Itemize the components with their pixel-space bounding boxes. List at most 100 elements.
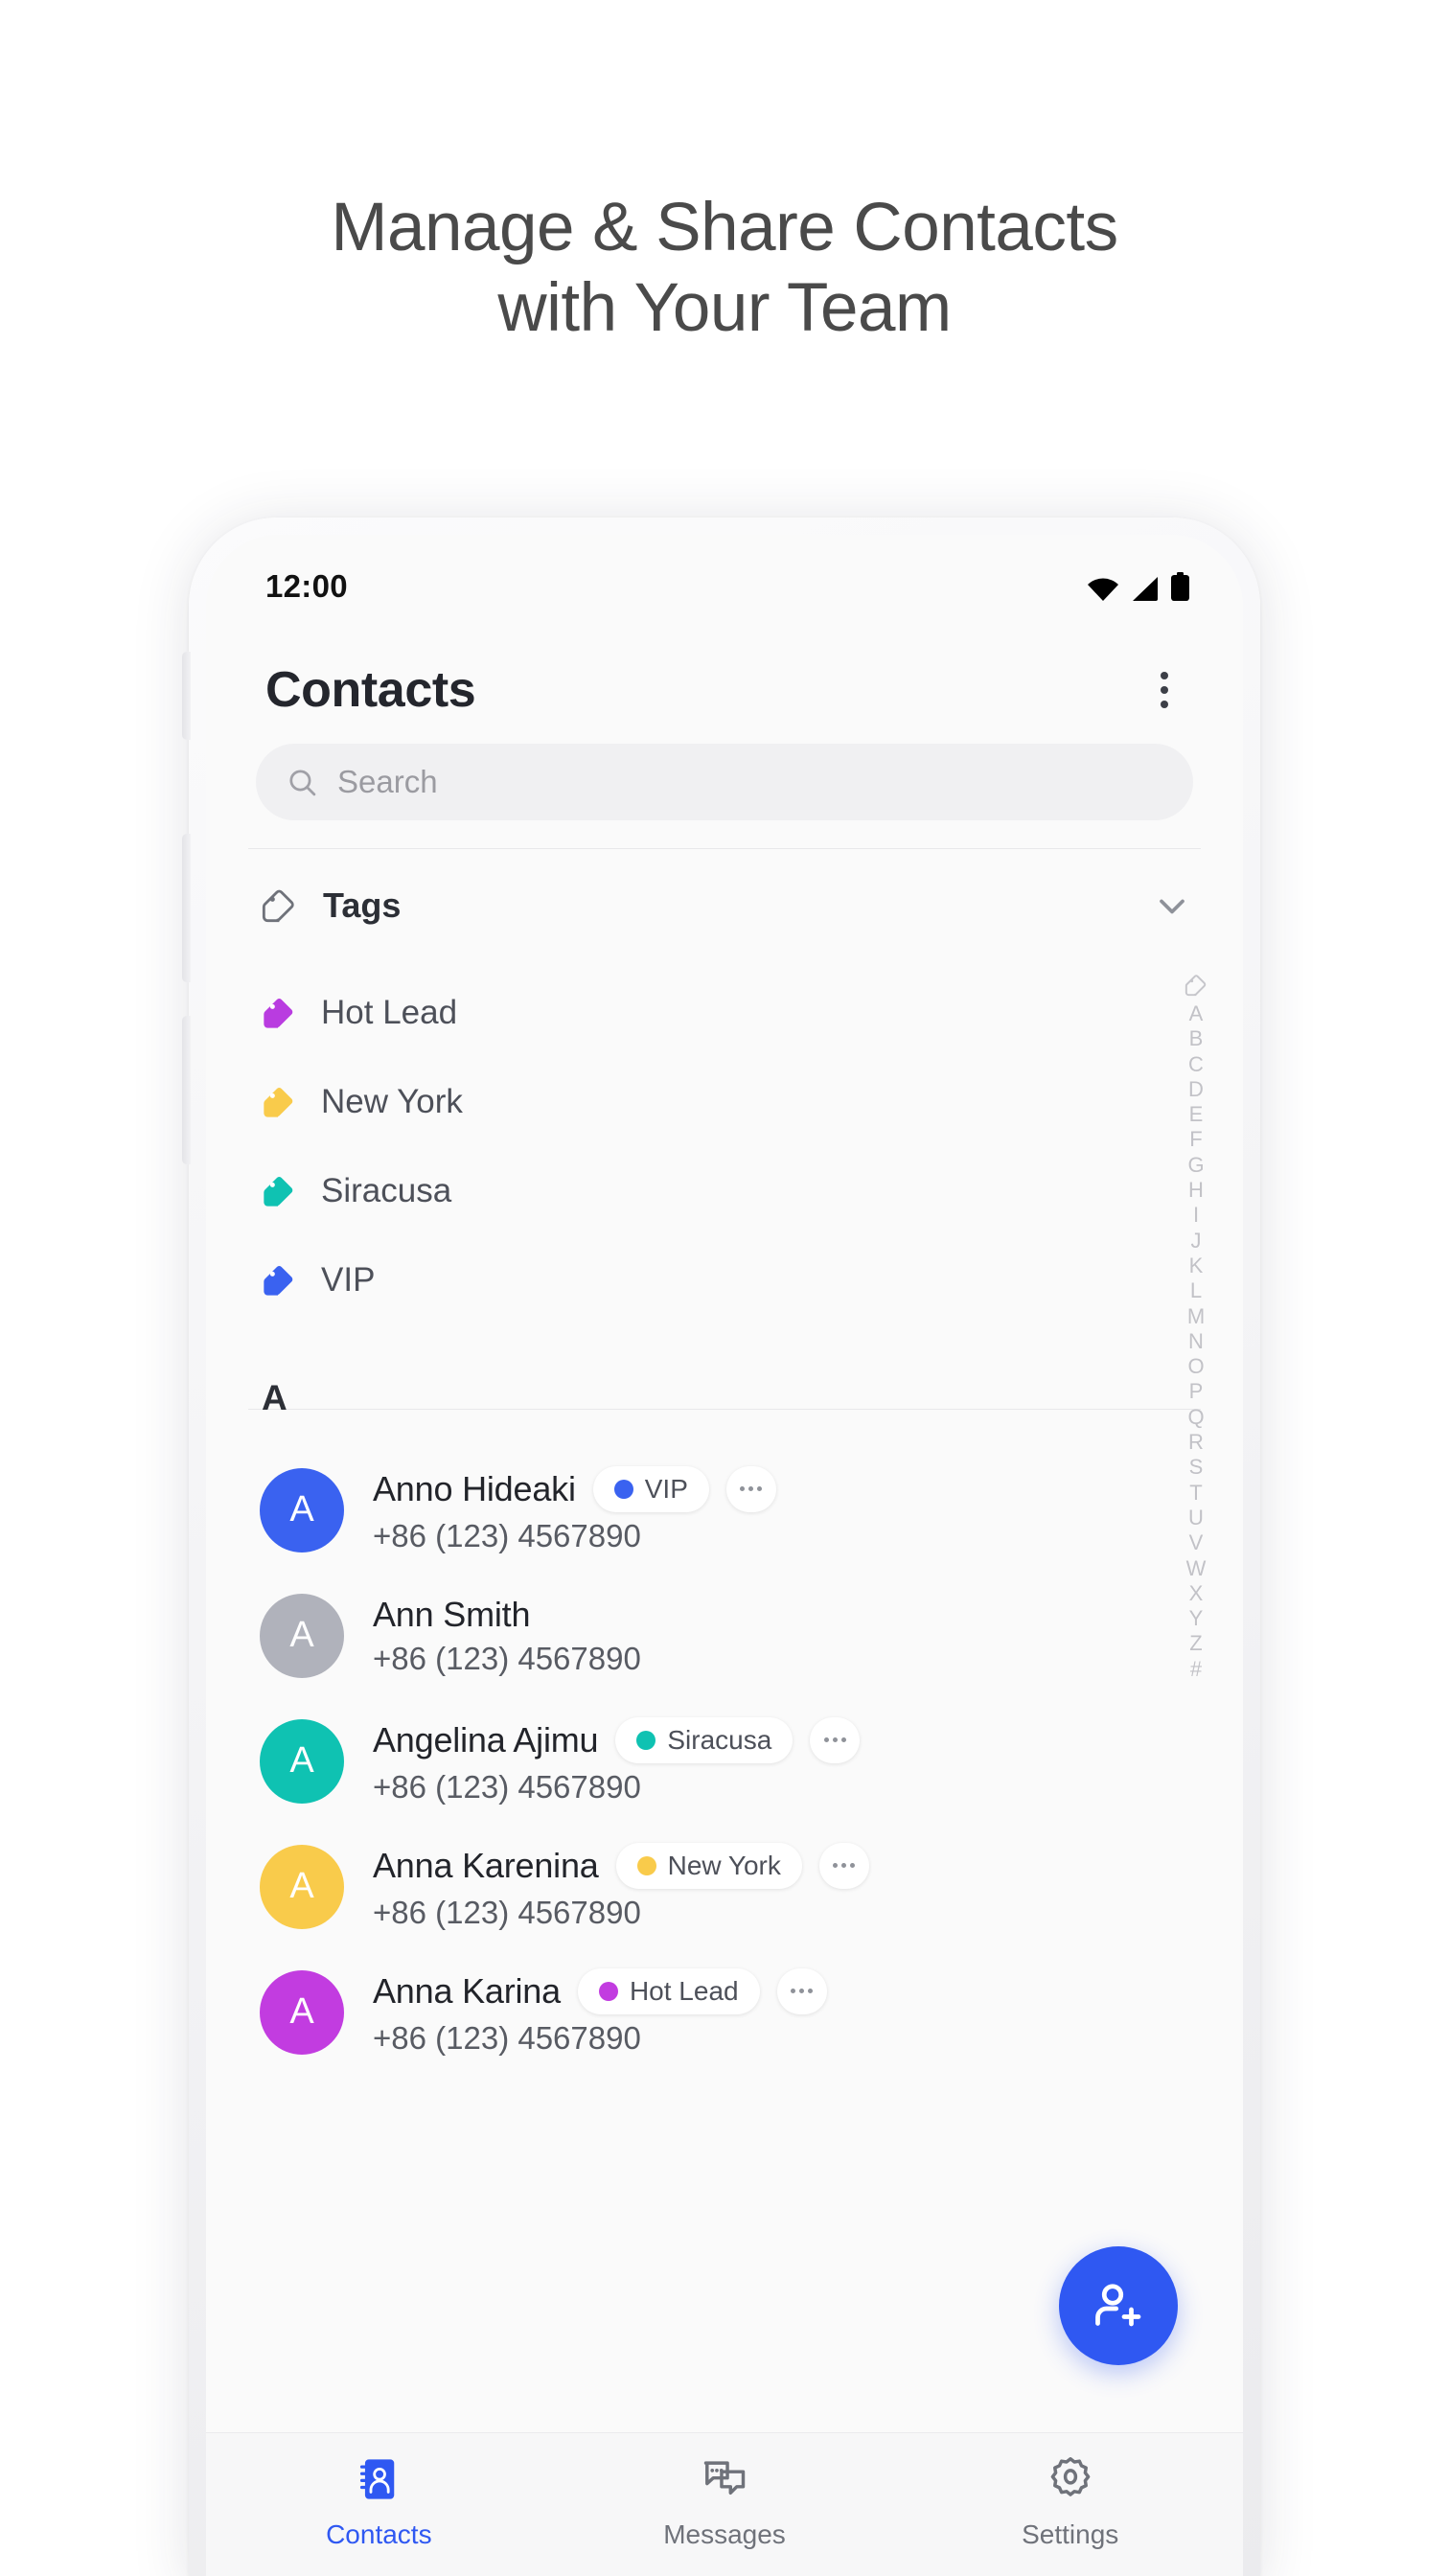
index-letter[interactable]: S bbox=[1189, 1455, 1204, 1480]
index-letter[interactable]: N bbox=[1188, 1329, 1204, 1354]
index-letter[interactable]: L bbox=[1190, 1278, 1202, 1303]
phone-mute-button bbox=[182, 652, 191, 740]
nav-label-messages: Messages bbox=[663, 2519, 786, 2549]
more-horizontal-icon[interactable] bbox=[776, 1967, 827, 2014]
tag-outline-icon bbox=[262, 889, 294, 923]
index-letter[interactable]: O bbox=[1187, 1354, 1204, 1379]
index-letter[interactable]: C bbox=[1188, 1052, 1204, 1077]
contacts-list: A Anno Hideaki VIP +86 (123) 4567890 A Ann Sm… bbox=[206, 1447, 1243, 2075]
index-tag-icon[interactable] bbox=[1184, 971, 1208, 1000]
tag-filled-icon bbox=[264, 1087, 293, 1117]
tag-color-dot bbox=[636, 1855, 656, 1875]
index-letter[interactable]: T bbox=[1189, 1481, 1202, 1506]
contact-name: Anna Karenina bbox=[373, 1845, 599, 1885]
index-letter[interactable]: Z bbox=[1189, 1631, 1202, 1656]
contact-row[interactable]: A Anno Hideaki VIP +86 (123) 4567890 bbox=[206, 1447, 1243, 1573]
contact-row[interactable]: A Angelina Ajimu Siracusa +86 (123) 4567890 bbox=[206, 1698, 1243, 1824]
tags-section-header[interactable]: Tags bbox=[206, 853, 1243, 958]
contact-row[interactable]: A Anna Karina Hot Lead +86 (123) 4567890 bbox=[206, 1949, 1243, 2075]
phone-volume-up-button bbox=[182, 834, 191, 982]
page-title: Manage & Share Contacts with Your Team bbox=[0, 188, 1449, 349]
avatar: A bbox=[260, 1593, 344, 1678]
avatar: A bbox=[260, 1467, 344, 1552]
contact-details: Angelina Ajimu Siracusa +86 (123) 4567890 bbox=[373, 1716, 861, 1806]
index-letter[interactable]: U bbox=[1188, 1506, 1204, 1530]
tag-label: VIP bbox=[321, 1260, 376, 1299]
contact-tag-label: Siracusa bbox=[667, 1724, 772, 1755]
contact-name-row: Anna Karina Hot Lead bbox=[373, 1967, 827, 2014]
contact-phone: +86 (123) 4567890 bbox=[373, 1517, 641, 1553]
index-letter[interactable]: B bbox=[1189, 1026, 1204, 1051]
phone-mockup: 12:00 Contacts Search Tags Hot Lead New … bbox=[182, 518, 1260, 2576]
index-letter[interactable]: M bbox=[1187, 1304, 1205, 1329]
kebab-menu-icon[interactable] bbox=[1145, 662, 1184, 718]
index-letter[interactable]: Q bbox=[1187, 1405, 1204, 1430]
tag-list-item[interactable]: VIP bbox=[206, 1235, 1243, 1324]
nav-item-messages[interactable]: Messages bbox=[552, 2454, 898, 2550]
cellular-signal-icon bbox=[1133, 577, 1158, 601]
contact-details: Anno Hideaki VIP +86 (123) 4567890 bbox=[373, 1465, 776, 1554]
contact-details: Anna Karenina New York +86 (123) 4567890 bbox=[373, 1842, 869, 1931]
kebab-dot bbox=[1161, 686, 1168, 694]
index-letter[interactable]: D bbox=[1188, 1077, 1204, 1102]
tag-filled-icon bbox=[264, 998, 293, 1028]
avatar: A bbox=[260, 1969, 344, 2055]
contact-row[interactable]: A Anna Karenina New York +86 (123) 4567890 bbox=[206, 1824, 1243, 1949]
messages-icon bbox=[703, 2461, 746, 2496]
avatar-initial: A bbox=[289, 1991, 314, 2032]
tag-list-item[interactable]: Siracusa bbox=[206, 1146, 1243, 1235]
index-letter[interactable]: I bbox=[1193, 1203, 1199, 1228]
index-letter[interactable]: H bbox=[1188, 1178, 1204, 1203]
more-horizontal-icon[interactable] bbox=[818, 1842, 869, 1889]
tag-list-item[interactable]: New York bbox=[206, 1057, 1243, 1146]
status-bar: 12:00 bbox=[206, 535, 1243, 638]
tag-color-dot bbox=[598, 1981, 618, 2001]
index-letter[interactable]: K bbox=[1189, 1254, 1204, 1278]
search-input[interactable]: Search bbox=[256, 744, 1193, 820]
divider-below-tags bbox=[248, 1409, 1201, 1410]
index-letter[interactable]: G bbox=[1187, 1153, 1204, 1178]
page-title-line-2: with Your Team bbox=[497, 269, 952, 346]
contact-phone: +86 (123) 4567890 bbox=[373, 2019, 641, 2056]
chevron-down-icon[interactable] bbox=[1151, 885, 1193, 927]
index-letter[interactable]: R bbox=[1188, 1430, 1204, 1455]
contact-tag-chip[interactable]: VIP bbox=[592, 1465, 709, 1512]
index-letter[interactable]: X bbox=[1189, 1581, 1204, 1606]
tag-list-item[interactable]: Hot Lead bbox=[206, 968, 1243, 1057]
contact-name-row: Anna Karenina New York bbox=[373, 1842, 869, 1889]
app-title: Contacts bbox=[265, 662, 476, 718]
contact-tag-chip[interactable]: New York bbox=[615, 1842, 802, 1889]
search-container: Search bbox=[206, 744, 1243, 820]
index-letter[interactable]: # bbox=[1190, 1657, 1202, 1682]
index-letter[interactable]: F bbox=[1189, 1127, 1202, 1152]
contact-name-row: Angelina Ajimu Siracusa bbox=[373, 1716, 861, 1763]
index-letter[interactable]: A bbox=[1189, 1001, 1204, 1026]
status-bar-icons bbox=[1087, 572, 1189, 601]
nav-item-contacts[interactable]: Contacts bbox=[206, 2454, 552, 2550]
battery-icon bbox=[1171, 572, 1189, 601]
index-letter[interactable]: J bbox=[1191, 1229, 1202, 1254]
app-screen: 12:00 Contacts Search Tags Hot Lead New … bbox=[206, 535, 1243, 2576]
page-root: Manage & Share Contacts with Your Team 1… bbox=[0, 0, 1449, 2576]
alphabet-index-rail[interactable]: A B C D E F G H I J K L M N O P Q R S T U V W X Y Z # bbox=[1174, 971, 1218, 1682]
add-contact-button[interactable] bbox=[1059, 2246, 1178, 2365]
contact-tag-label: Hot Lead bbox=[629, 1975, 739, 2006]
nav-item-settings[interactable]: Settings bbox=[897, 2454, 1243, 2550]
contact-tag-label: VIP bbox=[644, 1473, 688, 1504]
index-letter[interactable]: P bbox=[1189, 1379, 1204, 1404]
index-letter[interactable]: W bbox=[1186, 1556, 1207, 1581]
index-letter[interactable]: E bbox=[1189, 1102, 1204, 1127]
index-letter[interactable]: Y bbox=[1189, 1606, 1204, 1631]
tag-filled-icon bbox=[264, 1265, 293, 1296]
contact-details: Ann Smith +86 (123) 4567890 bbox=[373, 1595, 641, 1677]
index-letter[interactable]: V bbox=[1189, 1530, 1204, 1555]
nav-label-contacts: Contacts bbox=[326, 2519, 432, 2549]
gear-icon bbox=[1050, 2457, 1091, 2496]
contact-tag-chip[interactable]: Hot Lead bbox=[577, 1967, 760, 2014]
contact-row[interactable]: A Ann Smith +86 (123) 4567890 bbox=[206, 1573, 1243, 1698]
contact-tag-chip[interactable]: Siracusa bbox=[615, 1716, 794, 1763]
more-horizontal-icon[interactable] bbox=[725, 1465, 776, 1512]
avatar-initial: A bbox=[289, 1489, 314, 1530]
more-horizontal-icon[interactable] bbox=[810, 1716, 861, 1763]
contact-name: Angelina Ajimu bbox=[373, 1719, 599, 1760]
